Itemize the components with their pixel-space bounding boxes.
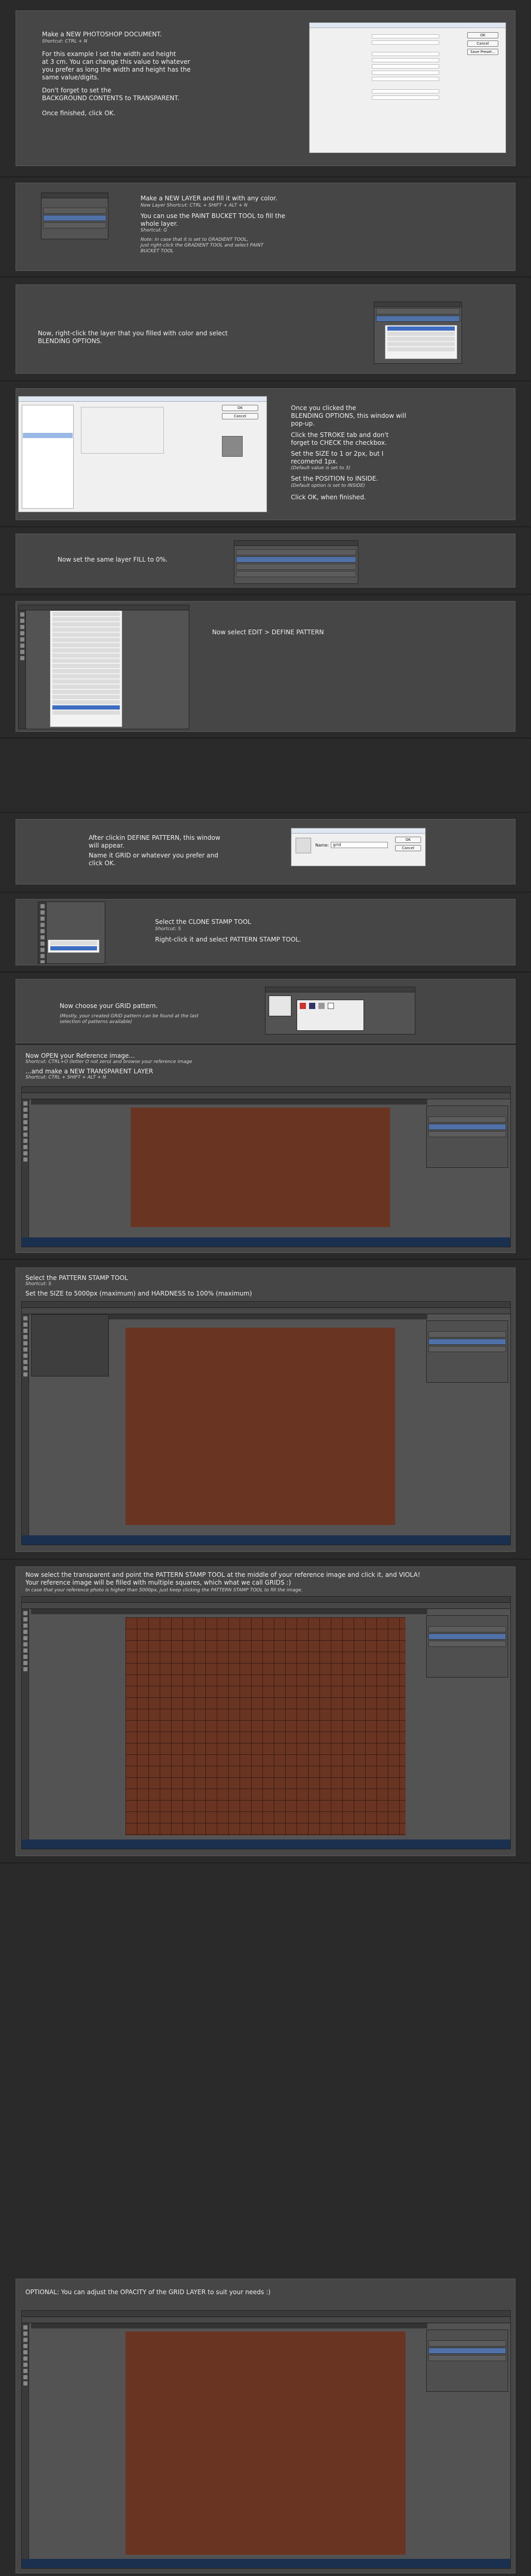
step-pattern-name: After clickin DEFINE PATTERN, this windo… (16, 819, 515, 884)
photoshop-window (21, 1301, 511, 1545)
define-pattern-menu-item[interactable] (52, 705, 120, 710)
step-note: Note: In case that it is set to GRADIENT… (141, 237, 263, 254)
photoshop-window (21, 2310, 511, 2569)
step-end: Click OK, when finished. (291, 494, 366, 501)
cancel-button[interactable]: Cancel (467, 40, 498, 47)
step-body: Now select EDIT > DEFINE PATTERN (212, 629, 324, 636)
layers-panel-screenshot (41, 193, 108, 239)
photoshop-window (21, 1596, 511, 1849)
step-body: Set the SIZE to 5000px (maximum) and HAR… (25, 1290, 252, 1297)
step-shortcut-2: Shortcut: G (141, 228, 167, 233)
reference-photo (125, 2332, 406, 2555)
layer-style-dialog: OK Cancel (18, 396, 267, 512)
brush-picker (31, 1314, 109, 1376)
step-note: Don't forget to set the BACKGROUND CONTE… (42, 87, 179, 102)
new-document-dialog: OK Cancel Save Preset... (309, 22, 506, 153)
step-body: For this example I set the width and hei… (42, 50, 191, 81)
ok-button[interactable]: OK (395, 837, 421, 843)
cancel-button[interactable]: Cancel (222, 413, 258, 419)
ok-button[interactable]: OK (467, 32, 498, 38)
step-shortcut-2: Shortcut: CTRL + SHIFT + ALT + N (25, 1075, 106, 1080)
blending-options-menu-item[interactable] (387, 326, 455, 331)
layers-panel (426, 1320, 508, 1383)
step-shortcut: Shortcut: S (155, 926, 181, 932)
layers-panel (426, 2329, 508, 2392)
step-open-reference: Now OPEN your Reference image... Shortcu… (16, 1045, 515, 1253)
step-body: You can use the PAINT BUCKET TOOL to fil… (141, 212, 286, 227)
step-choose-pattern: Now choose your GRID pattern. (Mostly, y… (16, 979, 515, 1043)
step-title: Now OPEN your Reference image... (25, 1052, 135, 1059)
grid-overlay (125, 1617, 406, 1835)
toolbar-screenshot (38, 902, 105, 964)
step-title: Select the PATTERN STAMP TOOL (25, 1274, 128, 1282)
step-body: Once you clicked the BLENDING OPTIONS, t… (291, 404, 407, 427)
step-position: Set the POSITION to INSIDE. (291, 475, 379, 482)
layers-fill-screenshot (234, 540, 358, 584)
step-note: In case that your reference photo is hig… (25, 1588, 303, 1593)
step-size-note: (Default value is set to 3) (291, 466, 351, 471)
step-body: Right-click it and select PATTERN STAMP … (155, 936, 301, 943)
step-new-document: Make a NEW PHOTOSHOP DOCUMENT. Shortcut:… (16, 10, 515, 166)
step-stroke: OK Cancel Once you clicked the BLENDING … (16, 388, 515, 520)
step-shortcut: New Layer Shortcut: CTRL + SHIFT + ALT +… (141, 203, 248, 208)
step-end: Name it GRID or whatever you prefer and … (89, 852, 218, 867)
step-define-pattern: Now select EDIT > DEFINE PATTERN (16, 601, 515, 732)
step-apply-grid: Now select the transparent and point the… (16, 1566, 515, 1856)
layer-context-menu-screenshot (374, 302, 462, 364)
step-body: OPTIONAL: You can adjust the OPACITY of … (25, 2288, 271, 2296)
step-body: Now set the same layer FILL to 0%. (58, 556, 168, 563)
pattern-name-input[interactable]: grid (331, 842, 388, 848)
step-note: (Mostly, your created GRID pattern can b… (60, 1014, 199, 1025)
step-stroke: Click the STROKE tab and don't forget to… (291, 431, 389, 446)
pattern-stamp-tool-item[interactable] (50, 946, 97, 950)
step-body: Now choose your GRID pattern. (60, 1002, 158, 1010)
step-size: Set the SIZE to 1 or 2px, but I recomend… (291, 450, 384, 465)
step-title: Select the CLONE STAMP TOOL (155, 918, 251, 925)
step-position-note: (Default option is set to INSIDE) (291, 483, 366, 488)
save-preset-button[interactable]: Save Preset... (467, 49, 498, 55)
step-body: Now select the transparent and point the… (25, 1571, 421, 1586)
step-shortcut: Shortcut: CTRL + N (42, 39, 88, 44)
layers-panel (426, 1615, 508, 1678)
step-shortcut: Shortcut: S (25, 1282, 51, 1287)
step-body: Now, right-click the layer that you fill… (38, 330, 228, 345)
step-blending-options: Now, right-click the layer that you fill… (16, 284, 515, 374)
pattern-name-dialog: Name: grid OK Cancel (291, 828, 426, 866)
step-new-layer: Make a NEW LAYER and fill it with any co… (16, 183, 515, 271)
step-title: Make a NEW LAYER and fill it with any co… (141, 195, 277, 202)
step-title: Make a NEW PHOTOSHOP DOCUMENT. (42, 31, 162, 38)
step-clone-stamp: Select the CLONE STAMP TOOL Shortcut: S … (16, 899, 515, 965)
photoshop-window (21, 1086, 511, 1247)
cancel-button[interactable]: Cancel (395, 845, 421, 851)
ok-button[interactable]: OK (222, 405, 258, 411)
step-adjust-opacity: OPTIONAL: You can adjust the OPACITY of … (16, 2279, 515, 2573)
step-pattern-stamp-settings: Select the PATTERN STAMP TOOL Shortcut: … (16, 1267, 515, 1552)
step-end: Once finished, click OK. (42, 110, 116, 117)
reference-photo (125, 1328, 395, 1525)
pattern-picker-screenshot (265, 987, 415, 1034)
step-shortcut: Shortcut: CTRL+O (letter O not zero) and… (25, 1059, 192, 1065)
step-body: ...and make a NEW TRANSPARENT LAYER (25, 1068, 153, 1075)
edit-menu-screenshot (18, 605, 189, 729)
name-label: Name: (315, 843, 329, 848)
layers-panel (426, 1106, 508, 1168)
step-body: After clickin DEFINE PATTERN, this windo… (89, 834, 220, 849)
reference-photo (131, 1108, 390, 1227)
step-fill: Now set the same layer FILL to 0%. (16, 534, 515, 588)
